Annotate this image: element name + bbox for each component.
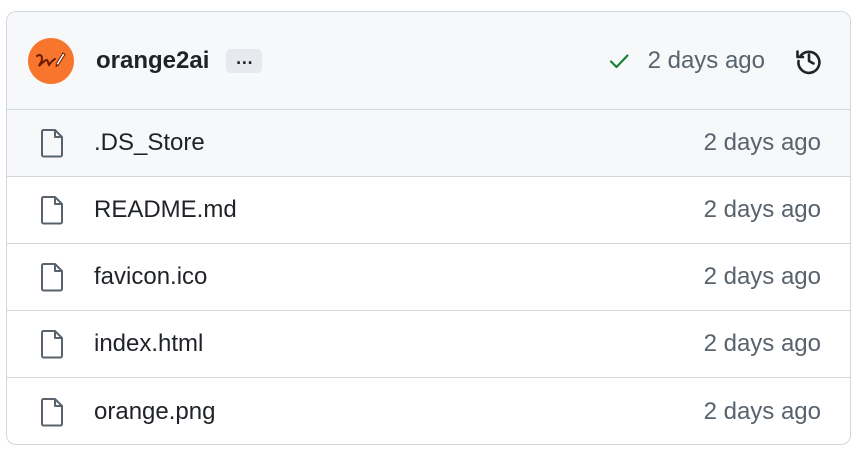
file-row[interactable]: README.md 2 days ago: [7, 177, 850, 244]
latest-commit-header: orange2ai … 2 days ago: [7, 12, 850, 110]
commit-message-toggle-button[interactable]: …: [226, 48, 263, 73]
signature-logo-icon: [36, 51, 66, 67]
file-icon: [38, 194, 66, 226]
file-name-link[interactable]: favicon.ico: [94, 263, 704, 291]
file-time[interactable]: 2 days ago: [704, 129, 821, 157]
file-name-link[interactable]: index.html: [94, 330, 704, 358]
file-icon: [38, 261, 66, 293]
file-time[interactable]: 2 days ago: [704, 196, 821, 224]
file-icon: [38, 328, 66, 360]
commit-author-link[interactable]: orange2ai: [96, 47, 209, 75]
file-time[interactable]: 2 days ago: [704, 398, 821, 426]
history-icon[interactable]: [793, 45, 825, 77]
file-row[interactable]: favicon.ico 2 days ago: [7, 244, 850, 311]
file-row[interactable]: .DS_Store 2 days ago: [7, 110, 850, 177]
check-status-icon[interactable]: [606, 48, 632, 74]
file-list-panel: orange2ai … 2 days ago .DS_Store 2 days …: [6, 11, 851, 445]
avatar[interactable]: [28, 37, 74, 84]
file-row[interactable]: orange.png 2 days ago: [7, 378, 850, 444]
commit-time[interactable]: 2 days ago: [648, 47, 765, 75]
file-name-link[interactable]: README.md: [94, 196, 704, 224]
file-name-link[interactable]: orange.png: [94, 398, 704, 426]
file-icon: [38, 396, 66, 428]
file-time[interactable]: 2 days ago: [704, 330, 821, 358]
file-name-link[interactable]: .DS_Store: [94, 129, 704, 157]
file-icon: [38, 127, 66, 159]
file-row[interactable]: index.html 2 days ago: [7, 311, 850, 378]
file-time[interactable]: 2 days ago: [704, 263, 821, 291]
